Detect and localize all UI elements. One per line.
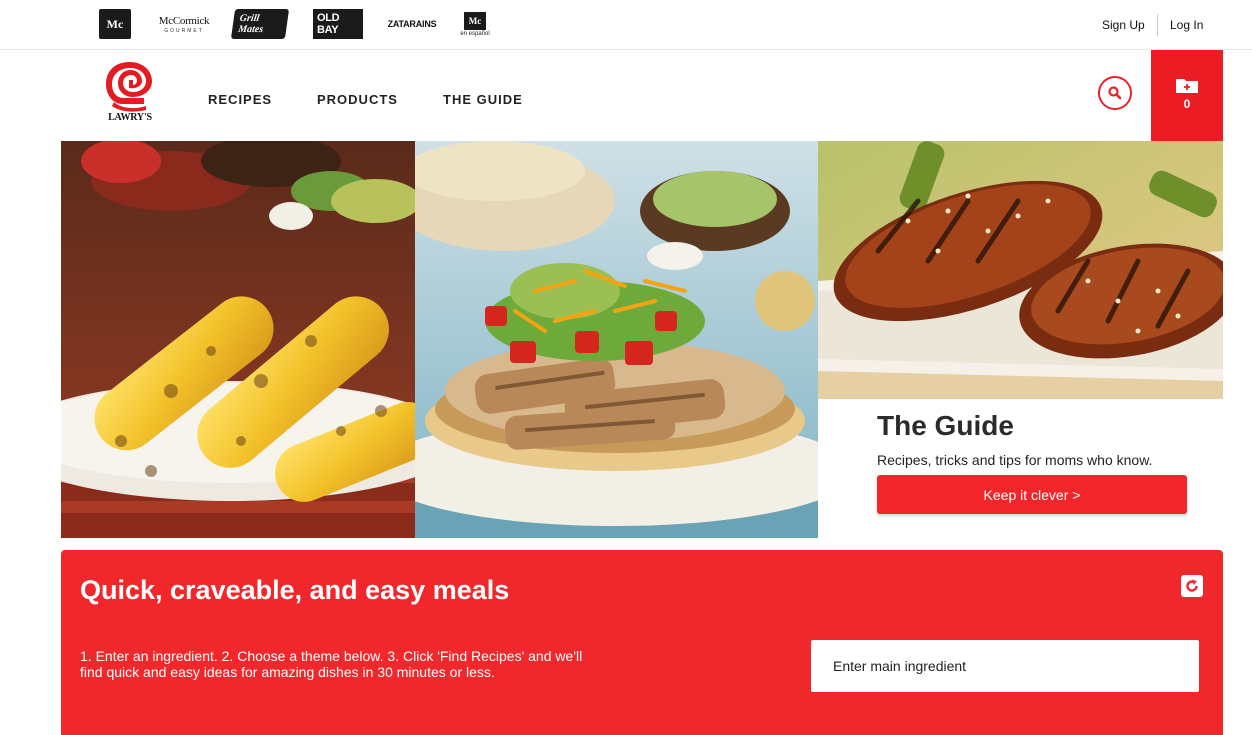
guide-title: The Guide [877,410,1014,441]
keep-it-clever-button[interactable]: Keep it clever > [877,475,1187,514]
refresh-button[interactable] [1181,575,1203,597]
search-button[interactable] [1098,76,1132,110]
brand-logo-mccormick-espanol[interactable]: Mc en español [452,8,498,40]
brand-logo-zatarains[interactable]: ZATARAINS [386,8,438,40]
brand-tagline: GOURMET [164,27,204,34]
nav-recipes[interactable]: RECIPES [208,92,272,107]
quick-meals-panel: Quick, craveable, and easy meals 1. Ente… [61,550,1223,735]
brand-tagline: en español [460,30,490,37]
brand-logo-grill-mates[interactable]: Grill Mates [230,8,290,40]
logo-wordmark: LAWRY'S [108,112,152,123]
saved-recipes-count: 0 [1183,97,1191,111]
brand-logo-old-bay[interactable]: OLD BAY [313,8,363,40]
brand-mark: Mc [464,11,486,30]
lawrys-logo[interactable]: LAWRY'S [100,58,160,126]
brand-logo-mccormick-gourmet[interactable]: McCormick GOURMET [154,8,214,40]
refresh-icon [1186,579,1198,592]
grilled-corn-photo[interactable] [61,141,415,538]
brand-name: McCormick [158,14,210,27]
brand-mark: Mc [99,9,131,39]
nav-products[interactable]: PRODUCTS [317,92,398,107]
glazed-chicken-photo[interactable] [818,141,1223,399]
chicken-tostada-photo[interactable] [415,141,818,538]
lawrys-logo-mark [106,62,152,112]
recipe-box-button[interactable]: 0 [1151,50,1223,141]
account-divider [1157,14,1158,36]
log-in-link[interactable]: Log In [1170,18,1203,32]
nav-the-guide[interactable]: THE GUIDE [443,92,523,107]
brand-bar: Mc McCormick GOURMET Grill Mates OLD BAY… [0,0,1252,50]
brand-logo-mccormick[interactable]: Mc [97,8,133,40]
guide-description: Recipes, tricks and tips for moms who kn… [877,452,1153,468]
quick-meals-title: Quick, craveable, and easy meals [80,575,510,605]
brand-name: OLD BAY [313,9,363,39]
main-ingredient-input[interactable] [811,640,1199,692]
brand-name: Grill Mates [230,9,290,39]
sign-up-link[interactable]: Sign Up [1102,18,1145,32]
quick-meals-instructions: 1. Enter an ingredient. 2. Choose a them… [80,648,583,680]
recipe-box-icon [1176,79,1198,93]
search-icon [1108,86,1122,100]
brand-name: ZATARAINS [387,19,437,29]
